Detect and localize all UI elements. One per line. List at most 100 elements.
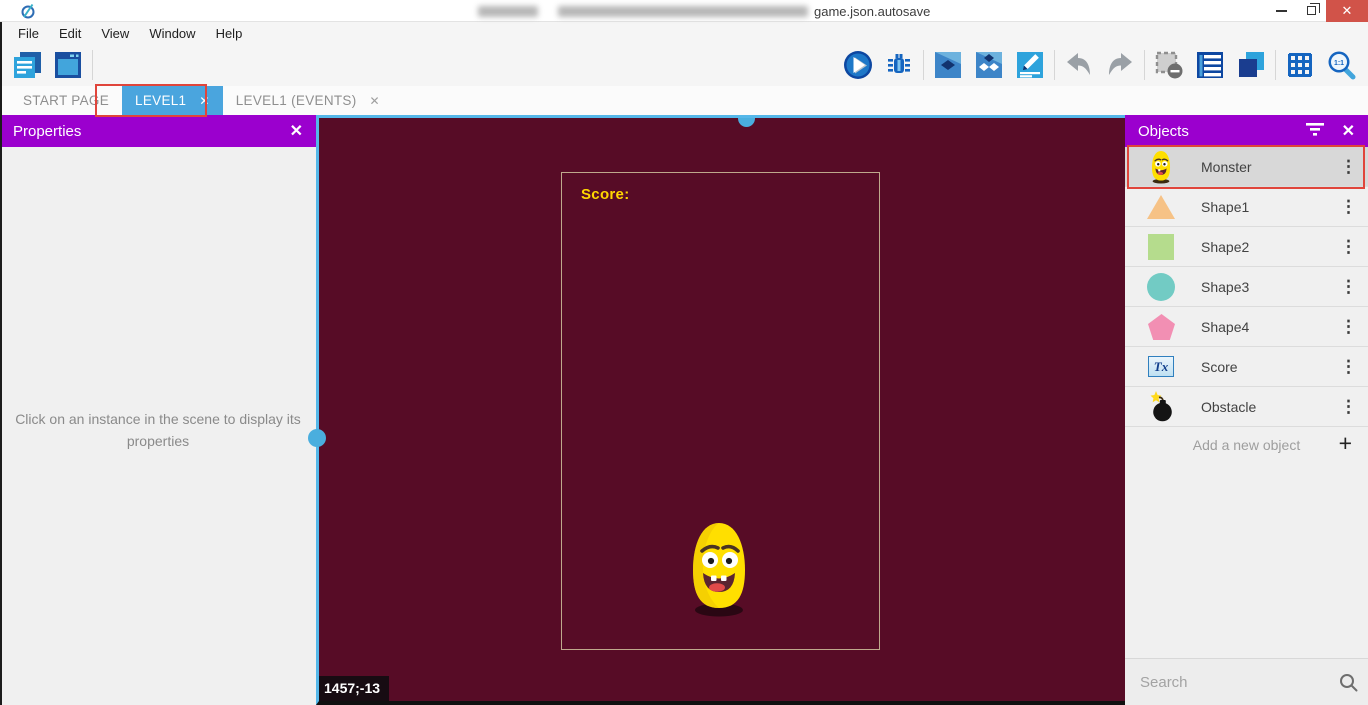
object-row-shape1[interactable]: Shape1 ⋮ — [1125, 187, 1368, 227]
zoom-1-1-icon: 1:1 — [1325, 49, 1357, 81]
properties-panel: Properties ✕ Click on an instance in the… — [0, 115, 316, 705]
objects-panel-header: Objects ✕ — [1125, 115, 1368, 147]
minimize-icon — [1276, 10, 1287, 12]
restore-icon — [1307, 6, 1316, 15]
redo-icon — [1104, 49, 1136, 81]
window-title-text: game.json.autosave — [814, 4, 930, 19]
kebab-menu-icon[interactable]: ⋮ — [1340, 157, 1354, 177]
menu-file[interactable]: File — [8, 26, 49, 41]
object-label: Monster — [1201, 159, 1340, 175]
grid-button[interactable] — [1284, 49, 1316, 81]
menu-view[interactable]: View — [91, 26, 139, 41]
edit-pencil-icon — [1015, 50, 1045, 80]
kebab-menu-icon[interactable]: ⋮ — [1340, 317, 1354, 337]
svg-text:1:1: 1:1 — [1334, 60, 1344, 67]
filter-icon[interactable] — [1306, 122, 1324, 140]
undo-button[interactable] — [1063, 49, 1095, 81]
kebab-menu-icon[interactable]: ⋮ — [1340, 397, 1354, 417]
kebab-menu-icon[interactable]: ⋮ — [1340, 197, 1354, 217]
main-area: Properties ✕ Click on an instance in the… — [0, 115, 1368, 705]
circle-thumbnail-icon — [1143, 273, 1179, 301]
debug-bug-icon — [884, 50, 914, 80]
monster-thumbnail-icon — [1143, 150, 1179, 184]
object-row-shape2[interactable]: Shape2 ⋮ — [1125, 227, 1368, 267]
debug-button[interactable] — [883, 49, 915, 81]
object-label: Shape1 — [1201, 199, 1340, 215]
triangle-thumbnail-icon — [1143, 193, 1179, 220]
monster-instance[interactable] — [686, 520, 752, 618]
kebab-menu-icon[interactable]: ⋮ — [1340, 277, 1354, 297]
menu-help[interactable]: Help — [206, 26, 253, 41]
properties-splitter-handle[interactable] — [308, 429, 326, 447]
score-text-object[interactable]: Score: — [581, 186, 630, 203]
objects-search-box — [1125, 658, 1368, 705]
restore-button[interactable] — [1296, 0, 1326, 22]
add-object-label: Add a new object — [1193, 437, 1300, 453]
redo-button[interactable] — [1104, 49, 1136, 81]
bomb-thumbnail-icon — [1143, 391, 1179, 422]
tab-level1-events[interactable]: LEVEL1 (EVENTS) ✕ — [223, 86, 393, 115]
clear-selection-button[interactable] — [1153, 49, 1185, 81]
minimize-button[interactable] — [1266, 0, 1296, 22]
instances-list-icon — [1195, 50, 1225, 80]
object-label: Shape2 — [1201, 239, 1340, 255]
object-row-monster[interactable]: Monster ⋮ — [1125, 147, 1368, 187]
tab-label: LEVEL1 — [135, 93, 186, 108]
object-label: Shape3 — [1201, 279, 1340, 295]
search-icon[interactable] — [1339, 673, 1358, 692]
scene-properties-button[interactable] — [1014, 49, 1046, 81]
menu-edit[interactable]: Edit — [49, 26, 91, 41]
grid-icon — [1285, 50, 1315, 80]
object-row-shape3[interactable]: Shape3 ⋮ — [1125, 267, 1368, 307]
object-label: Score — [1201, 359, 1340, 375]
properties-panel-header: Properties ✕ — [0, 115, 316, 147]
close-icon[interactable]: ✕ — [1342, 121, 1355, 141]
zoom-1-1-button[interactable]: 1:1 — [1325, 49, 1357, 81]
tab-close-icon[interactable]: ✕ — [199, 94, 209, 108]
toolbar: 1:1 — [0, 44, 1368, 86]
object-row-obstacle[interactable]: Obstacle ⋮ — [1125, 387, 1368, 427]
tab-label: START PAGE — [23, 93, 109, 108]
window-title: game.json.autosave — [478, 0, 930, 22]
cursor-coordinates: 1457;-13 — [319, 676, 389, 701]
objects-editor-icon — [933, 50, 963, 80]
project-manager-icon — [11, 49, 43, 81]
text-object-thumbnail-icon: Tx — [1143, 356, 1179, 377]
kebab-menu-icon[interactable]: ⋮ — [1340, 357, 1354, 377]
object-label: Obstacle — [1201, 399, 1340, 415]
tab-close-icon[interactable]: ✕ — [370, 94, 380, 108]
redacted-title-text — [478, 6, 538, 17]
square-thumbnail-icon — [1143, 234, 1179, 260]
add-new-object-button[interactable]: Add a new object + — [1125, 427, 1368, 463]
tab-start-page[interactable]: START PAGE — [10, 86, 122, 115]
redacted-title-text — [558, 6, 808, 17]
kebab-menu-icon[interactable]: ⋮ — [1340, 237, 1354, 257]
title-bar: game.json.autosave ✕ — [0, 0, 1368, 22]
scene-editor-canvas[interactable]: Score: 1457;-13 — [316, 115, 1125, 705]
object-row-shape4[interactable]: Shape4 ⋮ — [1125, 307, 1368, 347]
object-label: Shape4 — [1201, 319, 1340, 335]
objects-panel: Objects ✕ — [1125, 115, 1368, 705]
start-page-button[interactable] — [52, 49, 84, 81]
close-icon: ✕ — [1342, 3, 1353, 19]
instances-list-button[interactable] — [1194, 49, 1226, 81]
object-row-score[interactable]: Tx Score ⋮ — [1125, 347, 1368, 387]
gdevelop-logo-icon — [20, 3, 36, 19]
menu-window[interactable]: Window — [139, 26, 205, 41]
objects-panel-title: Objects — [1138, 123, 1189, 140]
object-groups-icon — [974, 50, 1004, 80]
objects-editor-button[interactable] — [932, 49, 964, 81]
properties-panel-title: Properties — [13, 123, 81, 140]
app-window: game.json.autosave ✕ File Edit View Wind… — [0, 0, 1368, 705]
close-button[interactable]: ✕ — [1326, 0, 1368, 22]
project-manager-button[interactable] — [11, 49, 43, 81]
tab-bar: START PAGE LEVEL1 ✕ LEVEL1 (EVENTS) ✕ — [0, 86, 1368, 115]
preview-play-button[interactable] — [842, 49, 874, 81]
close-icon[interactable]: ✕ — [290, 121, 303, 141]
tab-level1[interactable]: LEVEL1 ✕ — [122, 86, 223, 115]
search-input[interactable] — [1140, 674, 1339, 691]
object-groups-editor-button[interactable] — [973, 49, 1005, 81]
start-page-window-icon — [52, 49, 84, 81]
pentagon-thumbnail-icon — [1143, 313, 1179, 341]
layers-button[interactable] — [1235, 49, 1267, 81]
